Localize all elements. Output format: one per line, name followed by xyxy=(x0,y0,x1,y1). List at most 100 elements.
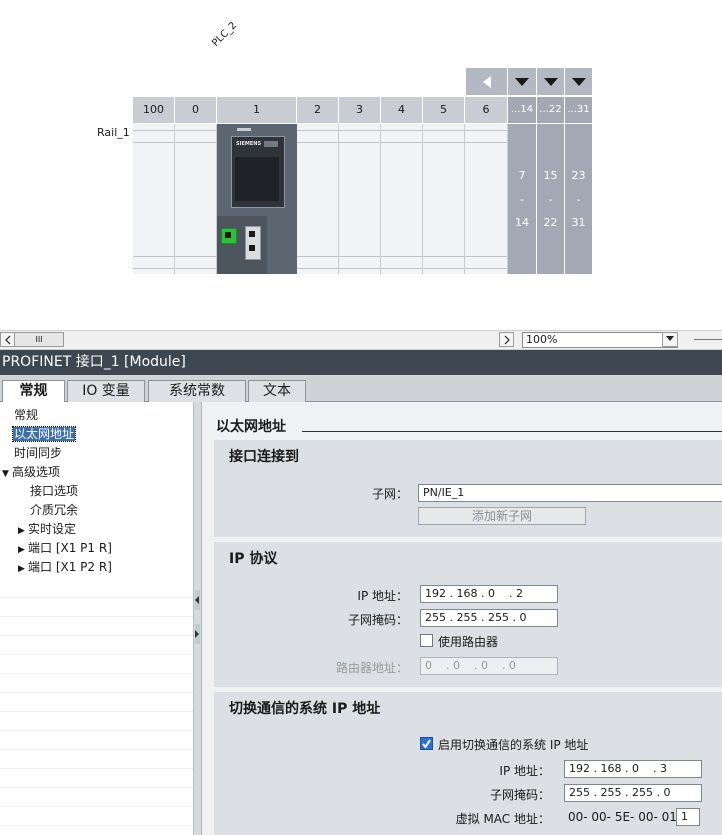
nav-empty-rows xyxy=(0,579,193,835)
enable-switchover-ip-label: 启用切换通信的系统 IP 地址 xyxy=(438,738,589,752)
chevron-down-icon xyxy=(543,77,558,86)
virtual-mac-last-byte-field[interactable]: 1 xyxy=(676,808,700,826)
chevron-left-icon xyxy=(195,596,199,604)
inspector-content: 以太网地址 接口连接到 子网： PN/IE_1 添加新子网 IP 协议 IP 地… xyxy=(202,402,722,835)
slot-header-2[interactable]: 2 xyxy=(297,97,339,123)
nav-item-time-sync[interactable]: 时间同步 xyxy=(14,444,62,463)
ext-slot-expand-button-2[interactable] xyxy=(537,68,565,95)
scroll-right-button[interactable] xyxy=(499,332,514,347)
port-p2-icon[interactable] xyxy=(245,226,261,260)
horizontal-scroll-thumb[interactable]: III xyxy=(14,332,64,347)
use-router-checkbox[interactable] xyxy=(420,634,433,647)
slot-0[interactable] xyxy=(175,124,217,274)
subnet-label: 子网： xyxy=(371,487,408,501)
port-area xyxy=(217,216,267,274)
tab-general[interactable]: 常规 xyxy=(2,380,65,403)
expand-nav-button[interactable] xyxy=(195,624,200,644)
ext-slot-group-1[interactable]: 7 - 14 xyxy=(508,124,537,274)
slot-header-1[interactable]: 1 xyxy=(217,97,297,123)
nav-item-interface-options[interactable]: 接口选项 xyxy=(30,482,78,501)
collapsed-triangle-icon[interactable]: ▶ xyxy=(18,560,28,579)
inspector-tabbar: 常规 IO 变量 系统常数 文本 xyxy=(0,375,722,403)
collapse-nav-button[interactable] xyxy=(195,590,200,610)
siemens-logo: SIEMENS xyxy=(236,141,262,147)
nav-item-label: 高级选项 xyxy=(12,465,61,479)
ext-slot-header-2[interactable]: ...22 xyxy=(537,97,565,123)
slot-2[interactable] xyxy=(297,124,339,274)
router-address-field[interactable]: 0 . 0 . 0 . 0 xyxy=(420,657,558,675)
expanded-triangle-icon[interactable]: ▼ xyxy=(2,465,12,484)
slot-header-6[interactable]: 6 xyxy=(465,97,508,123)
nav-item-advanced-options[interactable]: ▼ 高级选项 xyxy=(2,463,60,482)
rack-collapse-button[interactable] xyxy=(466,68,508,95)
virtual-mac-prefix: 00- 00- 5E- 00- 01- xyxy=(568,810,682,824)
ip-address-field[interactable]: 192 . 168 . 0 . 2 xyxy=(420,585,558,603)
slot-3[interactable] xyxy=(339,124,381,274)
device-view-canvas[interactable]: PLC_2 Rail_1 100 0 1 2 3 4 5 6 SIEMENS .… xyxy=(0,0,722,330)
inspector-nav-tree: 常规 以太网地址 时间同步 ▼ 高级选项 接口选项 介质冗余 ▶ 实时设定 ▶ 端口 … xyxy=(0,402,194,835)
ext-slot-group-2[interactable]: 15 - 22 xyxy=(537,124,565,274)
subnet-mask-label: 子网掩码： xyxy=(347,613,408,627)
tab-io-tags[interactable]: IO 变量 xyxy=(67,380,145,402)
slot-4[interactable] xyxy=(381,124,423,274)
slot-header-4[interactable]: 4 xyxy=(381,97,423,123)
switchover-ip-section-title: 切换通信的系统 IP 地址 xyxy=(229,701,381,717)
nav-item-ethernet-address[interactable]: 以太网地址 xyxy=(11,425,77,444)
ext-slot-header-3[interactable]: ...31 xyxy=(565,97,593,123)
ext-slot-group-3[interactable]: 23 - 31 xyxy=(565,124,593,274)
ext-slot-dash: - xyxy=(548,193,553,206)
chevron-left-icon xyxy=(4,335,10,345)
ext-slot-to: 31 xyxy=(571,216,586,229)
scroll-left-button[interactable] xyxy=(0,332,15,347)
checkmark-icon xyxy=(422,739,431,749)
ip-protocol-section: IP 协议 IP 地址： 192 . 168 . 0 . 2 子网掩码： 255… xyxy=(214,542,722,687)
nav-item-label: 端口 [X1 P2 R] xyxy=(28,560,112,574)
nav-item-media-redundancy[interactable]: 介质冗余 xyxy=(30,501,78,520)
chevron-right-icon xyxy=(504,335,510,345)
header-rule xyxy=(302,431,722,432)
subnet-select[interactable]: PN/IE_1 xyxy=(418,484,722,502)
zoom-select[interactable]: 100% xyxy=(522,332,678,348)
interface-section: 接口连接到 子网： PN/IE_1 添加新子网 xyxy=(214,440,722,537)
ext-slot-from: 7 xyxy=(518,169,526,182)
cpu-display: SIEMENS xyxy=(231,136,285,208)
chevron-down-icon xyxy=(515,77,529,86)
nav-item-label: 端口 [X1 P1 R] xyxy=(28,541,112,555)
nav-splitter[interactable] xyxy=(194,402,202,835)
switchover-mask-label: 子网掩码： xyxy=(489,788,550,802)
ext-slot-expand-button-1[interactable] xyxy=(508,68,537,95)
tab-system-constants[interactable]: 系统常数 xyxy=(148,380,246,402)
cpu-module[interactable]: SIEMENS xyxy=(217,124,297,274)
virtual-mac-label: 虚拟 MAC 地址： xyxy=(455,812,550,826)
zoom-dropdown-button[interactable] xyxy=(662,332,678,347)
add-subnet-button[interactable]: 添加新子网 xyxy=(418,507,586,525)
slot-6[interactable] xyxy=(465,124,508,274)
subnet-mask-field[interactable]: 255 . 255 . 255 . 0 xyxy=(420,609,558,627)
slot-header-3[interactable]: 3 xyxy=(339,97,381,123)
enable-switchover-ip-checkbox[interactable] xyxy=(420,737,433,750)
slot-header-0[interactable]: 0 xyxy=(175,97,217,123)
tab-texts[interactable]: 文本 xyxy=(248,380,306,402)
chevron-down-icon xyxy=(666,336,674,341)
ext-slot-dash: - xyxy=(576,193,581,206)
nav-item-realtime-settings[interactable]: ▶ 实时设定 xyxy=(18,520,76,539)
slot-100[interactable] xyxy=(133,124,175,274)
ext-slot-to: 14 xyxy=(515,216,529,229)
chevron-left-icon xyxy=(482,75,491,88)
device-label[interactable]: PLC_2 xyxy=(210,20,239,49)
inspector-title: PROFINET 接口_1 [Module] xyxy=(0,350,722,375)
ext-slot-header-1[interactable]: ...14 xyxy=(508,97,537,123)
switchover-mask-field[interactable]: 255 . 255 . 255 . 0 xyxy=(564,784,702,802)
slot-header-100[interactable]: 100 xyxy=(133,97,175,123)
slot-5[interactable] xyxy=(423,124,465,274)
zoom-slider[interactable] xyxy=(694,339,722,340)
slot-header-5[interactable]: 5 xyxy=(423,97,465,123)
ext-slot-from: 23 xyxy=(571,169,586,182)
canvas-scroll-row: III 100% xyxy=(0,330,722,350)
nav-item-port-p1[interactable]: ▶ 端口 [X1 P1 R] xyxy=(18,539,112,558)
ext-slot-expand-button-3[interactable] xyxy=(565,68,593,95)
port-p1-icon[interactable] xyxy=(221,228,237,244)
nav-item-general[interactable]: 常规 xyxy=(14,406,38,425)
nav-item-port-p2[interactable]: ▶ 端口 [X1 P2 R] xyxy=(18,558,112,577)
switchover-ip-field[interactable]: 192 . 168 . 0 . 3 xyxy=(564,760,702,778)
